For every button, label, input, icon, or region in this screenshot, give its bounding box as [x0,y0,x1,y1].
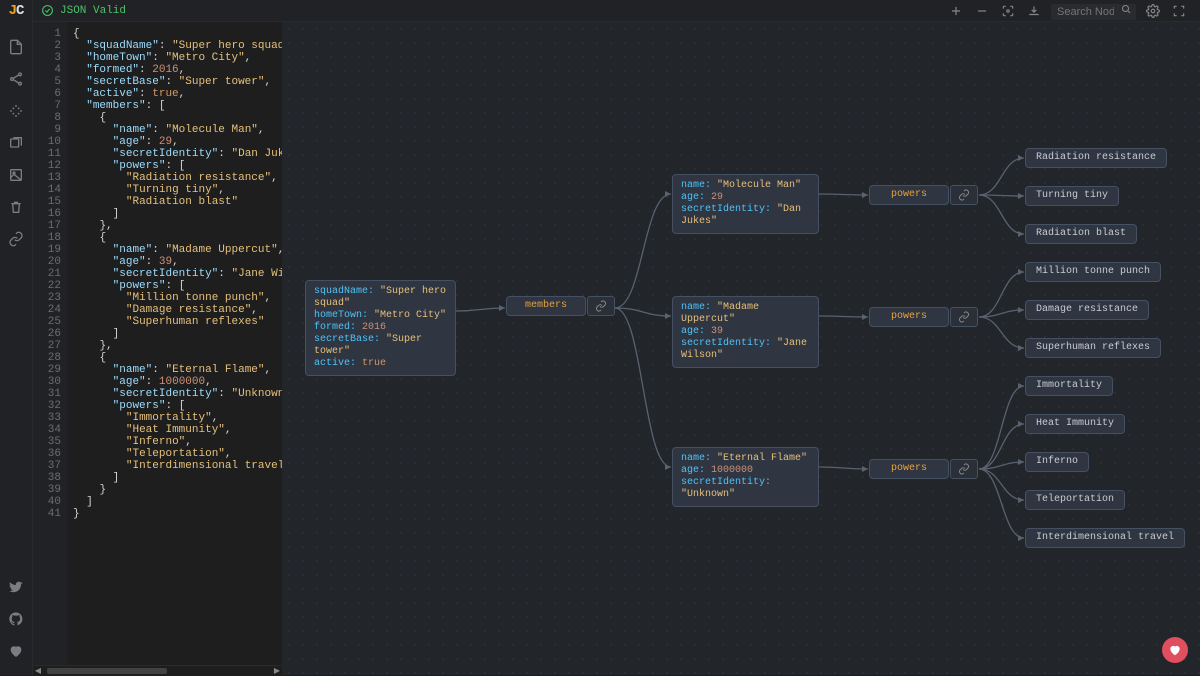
share-icon[interactable] [6,69,26,89]
json-status: JSON Valid [41,4,126,17]
leaf-1-1[interactable]: Damage resistance [1025,300,1149,320]
leaf-0-1[interactable]: Turning tiny [1025,186,1119,206]
node-root[interactable]: squadName: "Super hero squad"homeTown: "… [305,280,456,376]
json-editor[interactable]: 1234567891011121314151617181920212223242… [33,22,282,665]
github-icon[interactable] [6,609,26,629]
sponsor-button[interactable] [1162,637,1188,663]
editor-scrollbar[interactable]: ◀ ▶ [33,665,282,675]
app-logo: JC [9,3,24,19]
node-powers-2[interactable]: powers [869,459,949,479]
focus-icon[interactable] [1000,3,1016,19]
delete-icon[interactable] [6,197,26,217]
settings-icon[interactable] [1145,3,1161,19]
node-member-2[interactable]: name: "Eternal Flame"age: 1000000secretI… [672,447,819,507]
heart-icon [1168,643,1182,657]
leaf-1-0[interactable]: Million tonne punch [1025,262,1161,282]
node-member-1[interactable]: name: "Madame Uppercut"age: 39secretIden… [672,296,819,368]
leaf-2-3[interactable]: Teleportation [1025,490,1125,510]
check-circle-icon [41,4,54,17]
minus-icon[interactable] [974,3,990,19]
download-icon[interactable] [1026,3,1042,19]
heart-outline-icon[interactable] [6,641,26,661]
link-icon[interactable] [6,229,26,249]
leaf-2-1[interactable]: Heat Immunity [1025,414,1125,434]
fullscreen-icon[interactable] [1171,3,1187,19]
node-member-0[interactable]: name: "Molecule Man"age: 29secretIdentit… [672,174,819,234]
leaf-0-2[interactable]: Radiation blast [1025,224,1137,244]
scroll-right-icon[interactable]: ▶ [272,666,282,676]
image-icon[interactable] [6,165,26,185]
scroll-thumb[interactable] [47,668,167,674]
code-area[interactable]: { "squadName": "Super hero squad", "home… [67,22,282,520]
node-members[interactable]: members [506,296,586,316]
leaf-2-4[interactable]: Interdimensional travel [1025,528,1185,548]
node-powers-0[interactable]: powers [869,185,949,205]
graph-canvas[interactable]: squadName: "Super hero squad"homeTown: "… [282,22,1200,675]
twitter-icon[interactable] [6,577,26,597]
tool-sidebar: JC [0,0,33,675]
line-gutter: 1234567891011121314151617181920212223242… [33,22,67,665]
node-powers-1[interactable]: powers [869,307,949,327]
leaf-0-0[interactable]: Radiation resistance [1025,148,1167,168]
expand-handle[interactable] [587,296,615,316]
search-icon [1120,3,1132,15]
top-bar: JSON Valid [33,0,1200,22]
search-wrap [1051,2,1136,20]
plus-icon[interactable] [948,3,964,19]
rotate-icon[interactable] [6,101,26,121]
leaf-2-0[interactable]: Immortality [1025,376,1113,396]
leaf-2-2[interactable]: Inferno [1025,452,1089,472]
cards-icon[interactable] [6,133,26,153]
scroll-left-icon[interactable]: ◀ [33,666,43,676]
status-text: JSON Valid [60,5,126,17]
leaf-1-2[interactable]: Superhuman reflexes [1025,338,1161,358]
expand-handle[interactable] [950,185,978,205]
expand-handle[interactable] [950,459,978,479]
expand-handle[interactable] [950,307,978,327]
file-icon[interactable] [6,37,26,57]
